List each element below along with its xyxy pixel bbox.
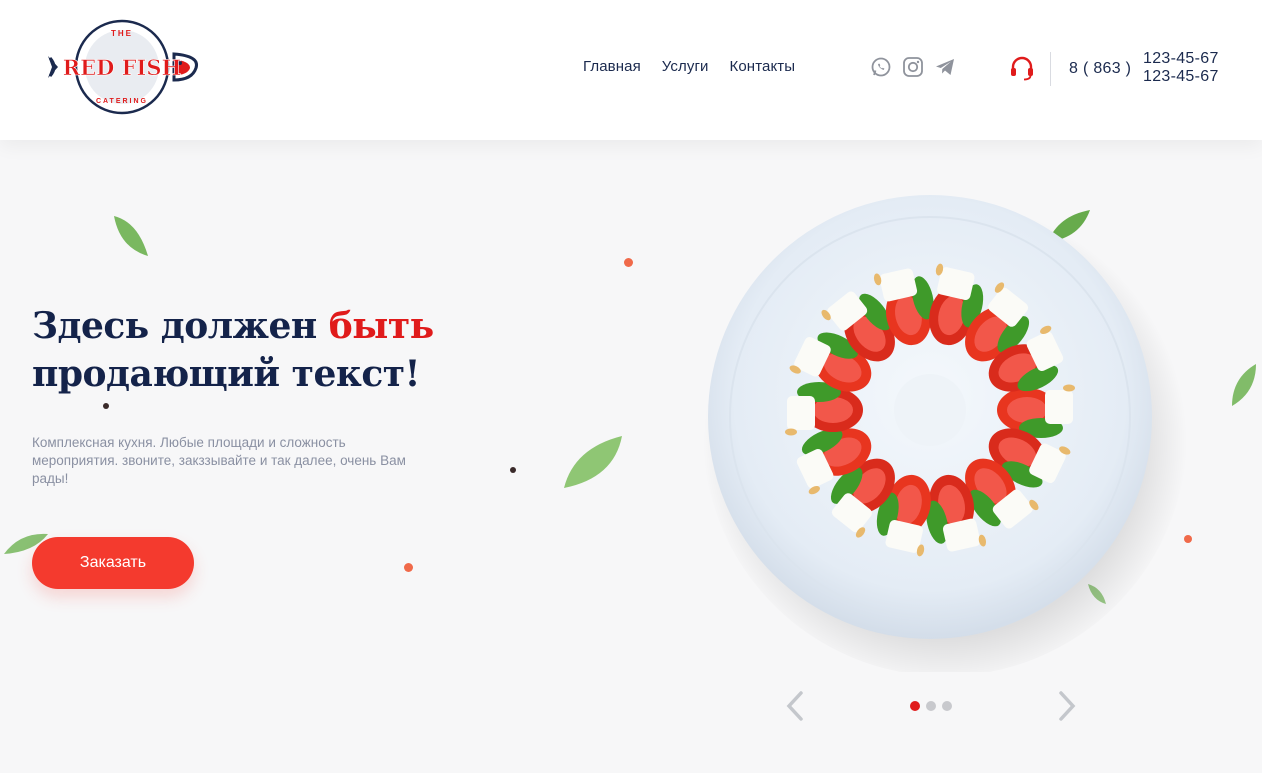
chevron-left-icon[interactable]	[784, 690, 806, 722]
pepper-decoration	[103, 403, 109, 409]
social-links	[870, 56, 956, 78]
nav-item-contacts[interactable]: Контакты	[730, 58, 796, 75]
hero-description: Комплексная кухня. Любые площади и сложн…	[32, 435, 406, 486]
pepper-decoration	[510, 467, 516, 473]
headline-part-2: продающий текст!	[32, 353, 420, 395]
instagram-icon[interactable]	[902, 56, 924, 78]
leaf-decoration	[114, 216, 148, 256]
spice-decoration	[404, 563, 413, 572]
slider-dots	[910, 701, 952, 711]
phone-number-2[interactable]: 123-45-67	[1143, 68, 1219, 86]
nav-item-home[interactable]: Главная	[583, 58, 641, 75]
order-button[interactable]: Заказать	[32, 537, 194, 589]
spice-decoration	[624, 258, 633, 267]
leaf-decoration	[564, 436, 622, 488]
telegram-icon[interactable]	[934, 56, 956, 78]
site-header: THE RED FISH CATERING Главная Услуги Кон…	[0, 0, 1262, 140]
leaf-decoration	[1232, 364, 1256, 406]
headline-accent: быть	[328, 305, 434, 347]
logo-the-text: THE	[111, 29, 133, 38]
slider-dot[interactable]	[910, 701, 920, 711]
main-nav: Главная Услуги Контакты	[583, 58, 795, 75]
logo-name-text: RED FISH	[63, 55, 182, 80]
phone-code: 8 ( 863 )	[1069, 60, 1132, 77]
nav-item-services[interactable]: Услуги	[662, 58, 709, 75]
headline-part-1: Здесь должен	[32, 305, 329, 347]
logo-catering-text: CATERING	[96, 98, 148, 105]
hero-headline: Здесь должен быть продающий текст!	[32, 302, 434, 398]
whatsapp-icon[interactable]	[870, 56, 892, 78]
slider-dot[interactable]	[942, 701, 952, 711]
slider-dot[interactable]	[926, 701, 936, 711]
red-fish-logo[interactable]: THE RED FISH CATERING	[44, 18, 200, 116]
salad-plate-image	[703, 192, 1187, 672]
phone-number-1[interactable]: 123-45-67	[1143, 50, 1219, 68]
phone-numbers: 123-45-67 123-45-67	[1143, 50, 1219, 86]
headset-icon	[1011, 56, 1033, 81]
chevron-right-icon[interactable]	[1056, 690, 1078, 722]
header-divider	[1050, 52, 1051, 86]
